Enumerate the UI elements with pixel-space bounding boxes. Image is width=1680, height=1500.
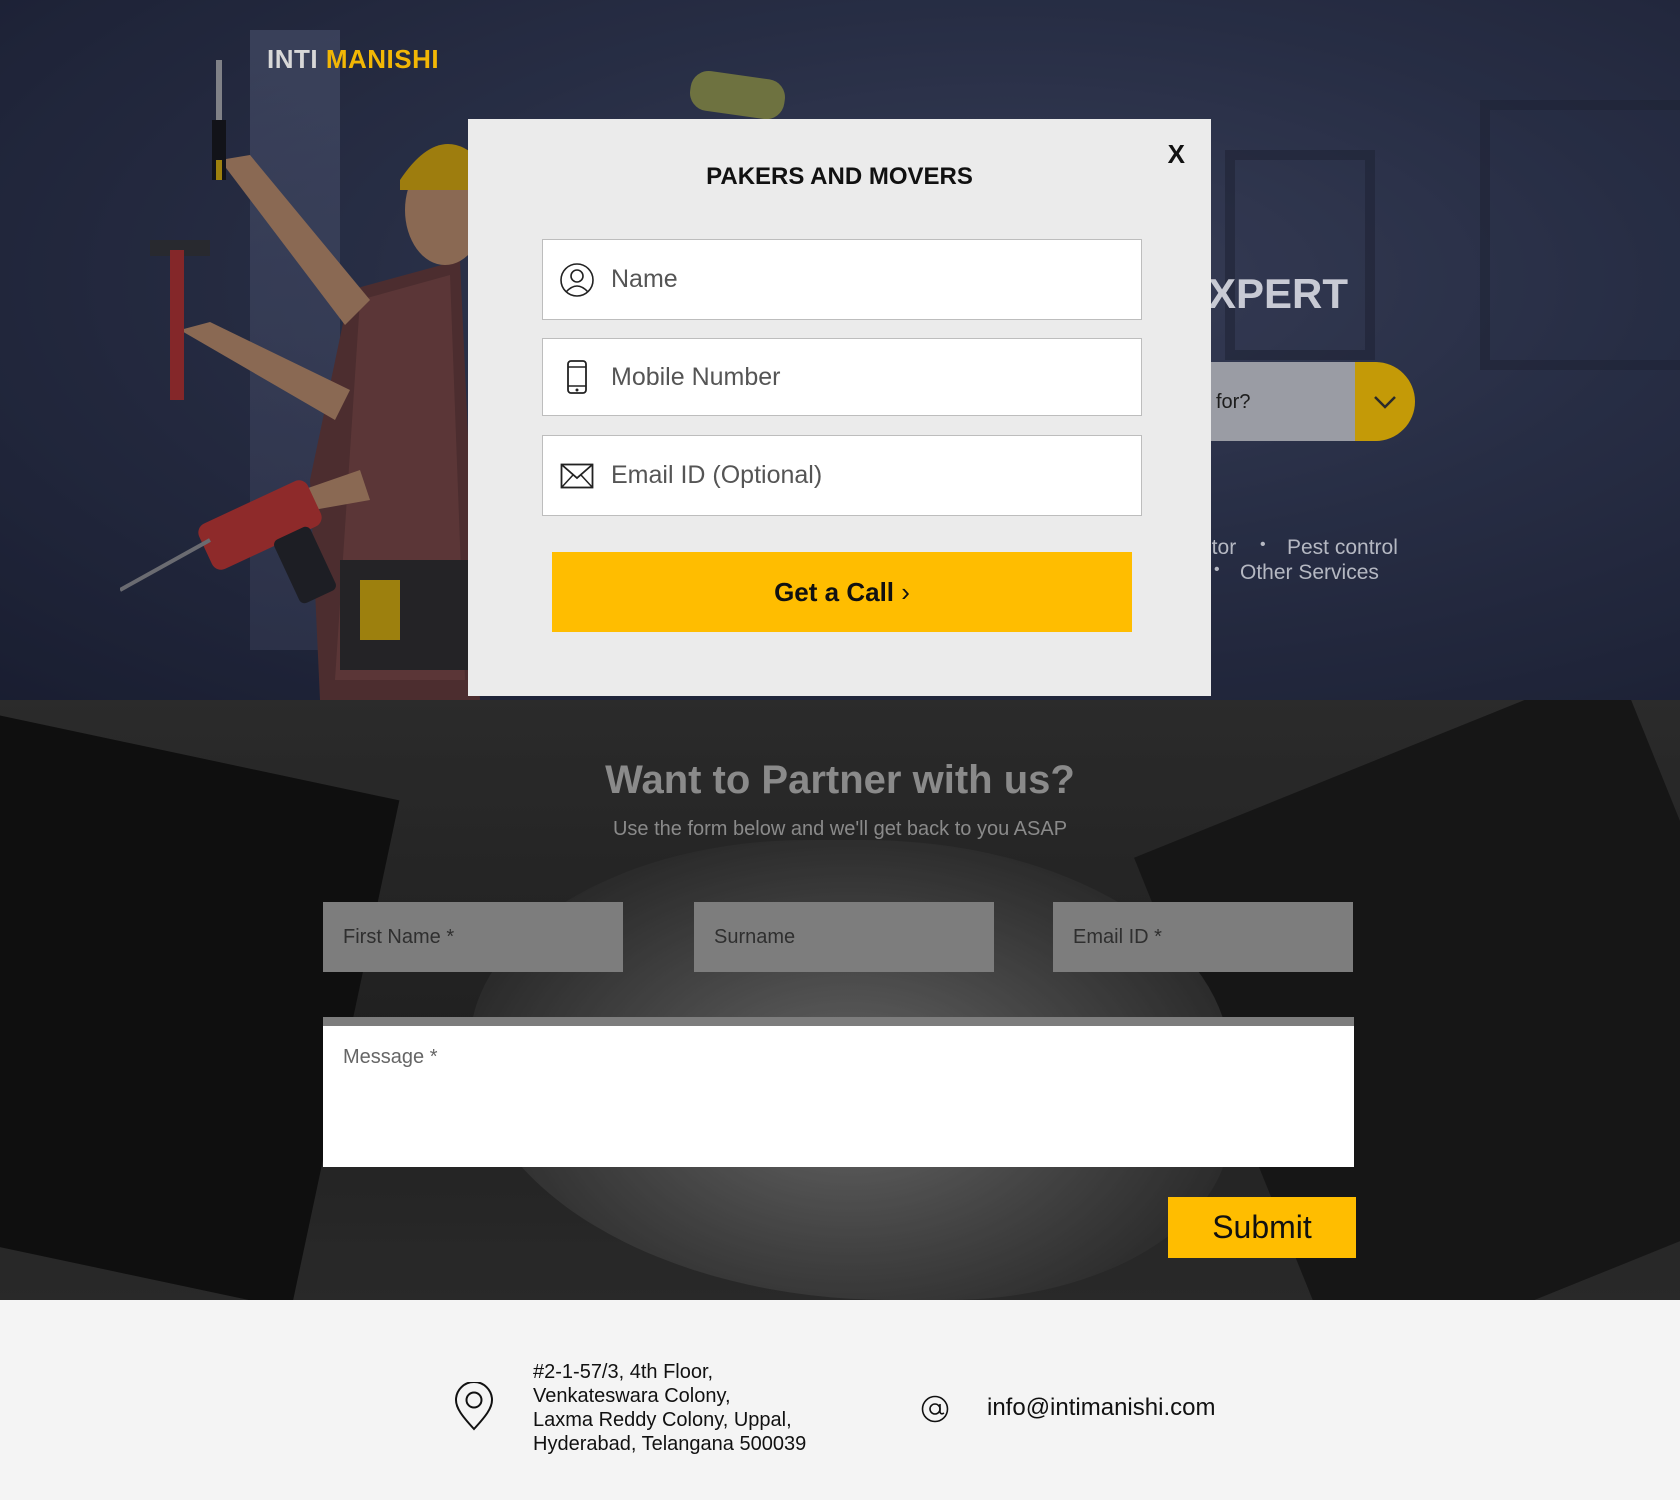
address-line: Venkateswara Colony, (533, 1385, 731, 1407)
footer-address: #2-1-57/3, 4th Floor, Venkateswara Colon… (533, 1360, 806, 1456)
address-line: #2-1-57/3, 4th Floor, (533, 1361, 714, 1383)
partner-subtitle: Use the form below and we'll get back to… (612, 818, 1068, 840)
hero-heading: XPERT (1208, 270, 1349, 317)
callback-modal: X PAKERS AND MOVERS Name Mobile Number E… (468, 119, 1211, 696)
mobile-input[interactable] (609, 361, 1113, 393)
email-field[interactable] (542, 435, 1142, 516)
address-line: Hyderabad, Telangana 500039 (533, 1433, 807, 1455)
logo-part-2: MANISHI (325, 44, 440, 74)
submit-button[interactable]: Submit (1168, 1197, 1356, 1258)
chevron-right-icon: › (901, 576, 910, 607)
message-top-bar (323, 1017, 1354, 1026)
service-bullet: • (1260, 536, 1266, 553)
get-a-call-button[interactable]: Get a Call › (552, 552, 1132, 632)
surname-input[interactable] (694, 902, 994, 972)
footer-email-link[interactable]: info@intimanishi.com (987, 1394, 1215, 1422)
service-item[interactable]: Other Services (1240, 561, 1379, 585)
address-line: Laxma Reddy Colony, Uppal, (533, 1409, 792, 1431)
map-pin-icon (454, 1382, 494, 1431)
mobile-field[interactable] (542, 338, 1142, 416)
partner-section: Want to Partner with us? Use the form be… (0, 700, 1680, 1300)
get-a-call-label: Get a Call (774, 576, 895, 607)
chevron-down-icon (1374, 395, 1396, 409)
at-icon (921, 1395, 949, 1423)
brand-logo[interactable]: INTI MANISHI (267, 44, 439, 75)
logo-part-1: INTI (267, 44, 319, 74)
service-bullet: • (1214, 561, 1220, 578)
first-name-input[interactable] (323, 902, 623, 972)
email-input[interactable] (609, 460, 1113, 491)
name-input[interactable] (609, 264, 1113, 295)
footer: #2-1-57/3, 4th Floor, Venkateswara Colon… (0, 1300, 1680, 1500)
modal-title: PAKERS AND MOVERS (706, 163, 973, 190)
mail-icon (555, 454, 599, 498)
user-icon (555, 258, 599, 302)
service-select-text: for? (1216, 391, 1251, 413)
message-textarea[interactable] (323, 1026, 1354, 1167)
name-field[interactable] (542, 239, 1142, 320)
service-item[interactable]: Pest control (1287, 536, 1398, 560)
partner-email-input[interactable] (1053, 902, 1353, 972)
partner-title: Want to Partner with us? (605, 758, 1075, 802)
phone-icon (555, 355, 599, 399)
